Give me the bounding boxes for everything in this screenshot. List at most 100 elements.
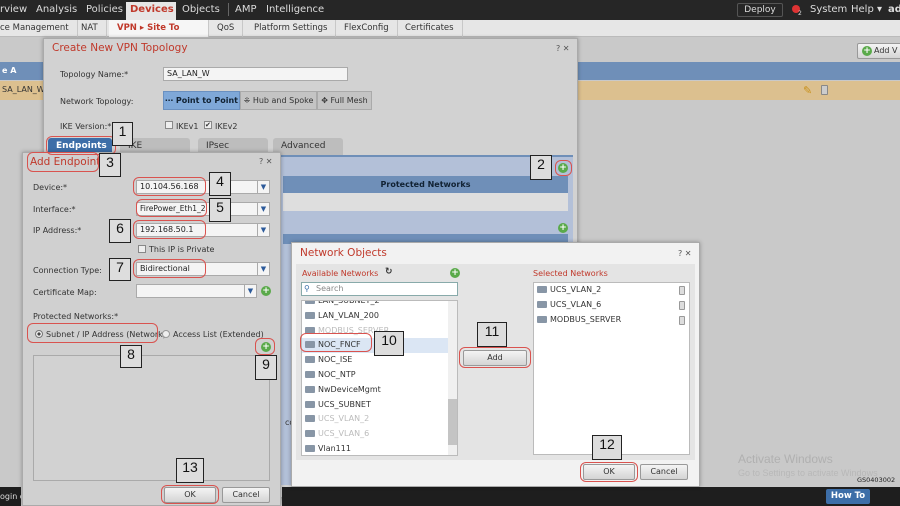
delete-trash-icon[interactable] <box>821 85 828 95</box>
footer-bar <box>282 487 900 506</box>
network-object-icon <box>305 415 315 423</box>
help-close-icons[interactable]: ? ✕ <box>556 44 570 53</box>
topology-name-input[interactable]: SA_LAN_W <box>163 67 348 81</box>
help-close-icons[interactable]: ? ✕ <box>678 249 692 258</box>
nav-intelligence[interactable]: Intelligence <box>266 4 324 15</box>
plus-icon: + <box>862 46 872 56</box>
available-network-item[interactable]: Vlan111 <box>302 442 457 455</box>
col-header: e A <box>0 62 44 80</box>
highlight-device <box>133 177 206 196</box>
chevron-down-icon: ▼ <box>257 203 269 215</box>
add-endpoint-plus-icon-2[interactable]: + <box>558 223 568 233</box>
ikev1-label: IKEv1 <box>176 122 199 131</box>
nav-user[interactable]: ad <box>888 4 900 15</box>
nav-help[interactable]: Help ▾ <box>851 4 882 15</box>
selected-networks-list[interactable]: UCS_VLAN_2 UCS_VLAN_6 MODBUS_SERVER <box>533 282 690 455</box>
acl-radio-label: Access List (Extended) <box>173 330 264 339</box>
deploy-button[interactable]: Deploy <box>737 3 783 17</box>
subnav-platform[interactable]: Platform Settings <box>246 20 337 37</box>
table-row-name[interactable]: SA_LAN_W <box>0 81 44 100</box>
certificate-map-select[interactable]: ▼ <box>136 284 257 298</box>
chevron-down-icon: ▼ <box>244 285 256 297</box>
ikev1-checkbox[interactable] <box>165 121 173 129</box>
subnav-nat[interactable]: NAT <box>73 20 107 37</box>
scrollbar[interactable] <box>448 301 457 455</box>
search-input[interactable]: Search <box>301 282 458 296</box>
subnav-vpn[interactable]: VPN ▸ Site To Site <box>109 20 209 50</box>
network-object-icon <box>537 286 547 293</box>
network-object-icon <box>305 400 315 408</box>
available-network-item[interactable]: NwDeviceMgmt <box>302 383 457 398</box>
annotation-6: 6 <box>109 219 131 243</box>
available-network-item[interactable]: UCS_VLAN_6 <box>302 427 457 442</box>
acl-radio[interactable] <box>162 330 170 338</box>
add-network-object-plus-icon[interactable]: + <box>450 268 460 278</box>
nav-objects[interactable]: Objects <box>182 4 220 15</box>
network-object-icon <box>305 430 315 438</box>
image-code: GS0403002 <box>857 476 896 484</box>
available-network-item[interactable]: UCS_VLAN_2 <box>302 412 457 427</box>
network-object-icon <box>537 300 547 308</box>
selected-network-item[interactable]: MODBUS_SERVER <box>534 313 689 328</box>
nav-divider <box>228 3 229 16</box>
network-object-icon <box>537 315 547 323</box>
endpoint-cancel-button[interactable]: Cancel <box>222 487 270 503</box>
network-object-icon <box>305 370 315 378</box>
network-name: MODBUS_SERVER <box>550 314 622 324</box>
subnav-device-management[interactable]: ce Management <box>0 20 78 37</box>
tab-advanced[interactable]: Advanced <box>273 138 343 155</box>
nav-devices[interactable]: Devices <box>126 2 176 20</box>
full-mesh-button[interactable]: ✥ Full Mesh <box>317 91 372 110</box>
available-networks-list[interactable]: LAN_SUBNET_2 LAN_VLAN_200 MODBUS_SERVER NOC… <box>301 300 458 456</box>
selected-network-item[interactable]: UCS_VLAN_6 <box>534 298 689 313</box>
annotation-5: 5 <box>209 198 231 222</box>
nav-policies[interactable]: Policies <box>86 4 123 15</box>
ip-label: IP Address:* <box>33 226 82 235</box>
ikev2-checkbox[interactable]: ✔ <box>204 121 212 129</box>
edit-pencil-icon[interactable]: ✎ <box>803 84 812 97</box>
device-label: Device:* <box>33 183 68 192</box>
selected-network-item[interactable]: UCS_VLAN_2 <box>534 283 689 298</box>
subnav-flexconfig[interactable]: FlexConfig <box>336 20 398 37</box>
delete-trash-icon[interactable] <box>679 286 685 295</box>
selected-networks-label: Selected Networks <box>533 269 608 278</box>
alert-count: 2 <box>798 10 802 17</box>
network-object-icon <box>305 444 315 452</box>
nav-system[interactable]: System <box>810 4 847 15</box>
point-to-point-button[interactable]: ⋯ Point to Point <box>163 91 240 110</box>
refresh-icon[interactable]: ↻ <box>385 267 393 277</box>
hub-spoke-button[interactable]: ⁜ Hub and Spoke <box>240 91 317 110</box>
table-row[interactable] <box>578 81 900 100</box>
highlight-add-network <box>255 338 275 355</box>
network-name: UCS_VLAN_6 <box>550 299 602 309</box>
subnav-certificates[interactable]: Certificates <box>397 20 463 37</box>
available-network-item[interactable]: LAN_SUBNET_2 <box>302 300 457 309</box>
annotation-12: 12 <box>592 435 622 460</box>
endpoint-row <box>283 193 568 211</box>
network-name: NwDeviceMgmt <box>318 384 381 394</box>
network-name: UCS_SUBNET <box>318 399 371 409</box>
nav-analysis[interactable]: Analysis <box>36 4 77 15</box>
private-ip-checkbox[interactable] <box>138 245 146 253</box>
watermark-title: Activate Windows <box>738 452 833 466</box>
available-network-item[interactable]: NOC_NTP <box>302 368 457 383</box>
delete-trash-icon[interactable] <box>679 315 685 325</box>
highlight-noc-fncf <box>300 333 372 352</box>
nav-overview[interactable]: rview <box>0 4 27 15</box>
available-networks-label: Available Networks <box>302 269 379 278</box>
netobj-cancel-button[interactable]: Cancel <box>640 464 688 480</box>
hub-spoke-label: Hub and Spoke <box>252 96 314 105</box>
subnav-qos[interactable]: QoS <box>209 20 244 37</box>
available-network-item[interactable]: LAN_VLAN_200 <box>302 309 457 324</box>
delete-trash-icon[interactable] <box>679 300 685 310</box>
nav-amp[interactable]: AMP <box>235 4 257 15</box>
chevron-down-icon: ▼ <box>257 263 269 275</box>
network-name: LAN_SUBNET_2 <box>318 300 380 305</box>
help-close-icons[interactable]: ? ✕ <box>259 157 273 166</box>
annotation-8: 8 <box>120 345 142 368</box>
scrollbar-thumb[interactable] <box>448 399 457 445</box>
add-certificate-plus-icon[interactable]: + <box>261 286 271 296</box>
available-network-item[interactable]: UCS_SUBNET <box>302 398 457 413</box>
protected-networks-header: Protected Networks <box>283 176 568 193</box>
how-to-button[interactable]: How To <box>826 489 870 504</box>
